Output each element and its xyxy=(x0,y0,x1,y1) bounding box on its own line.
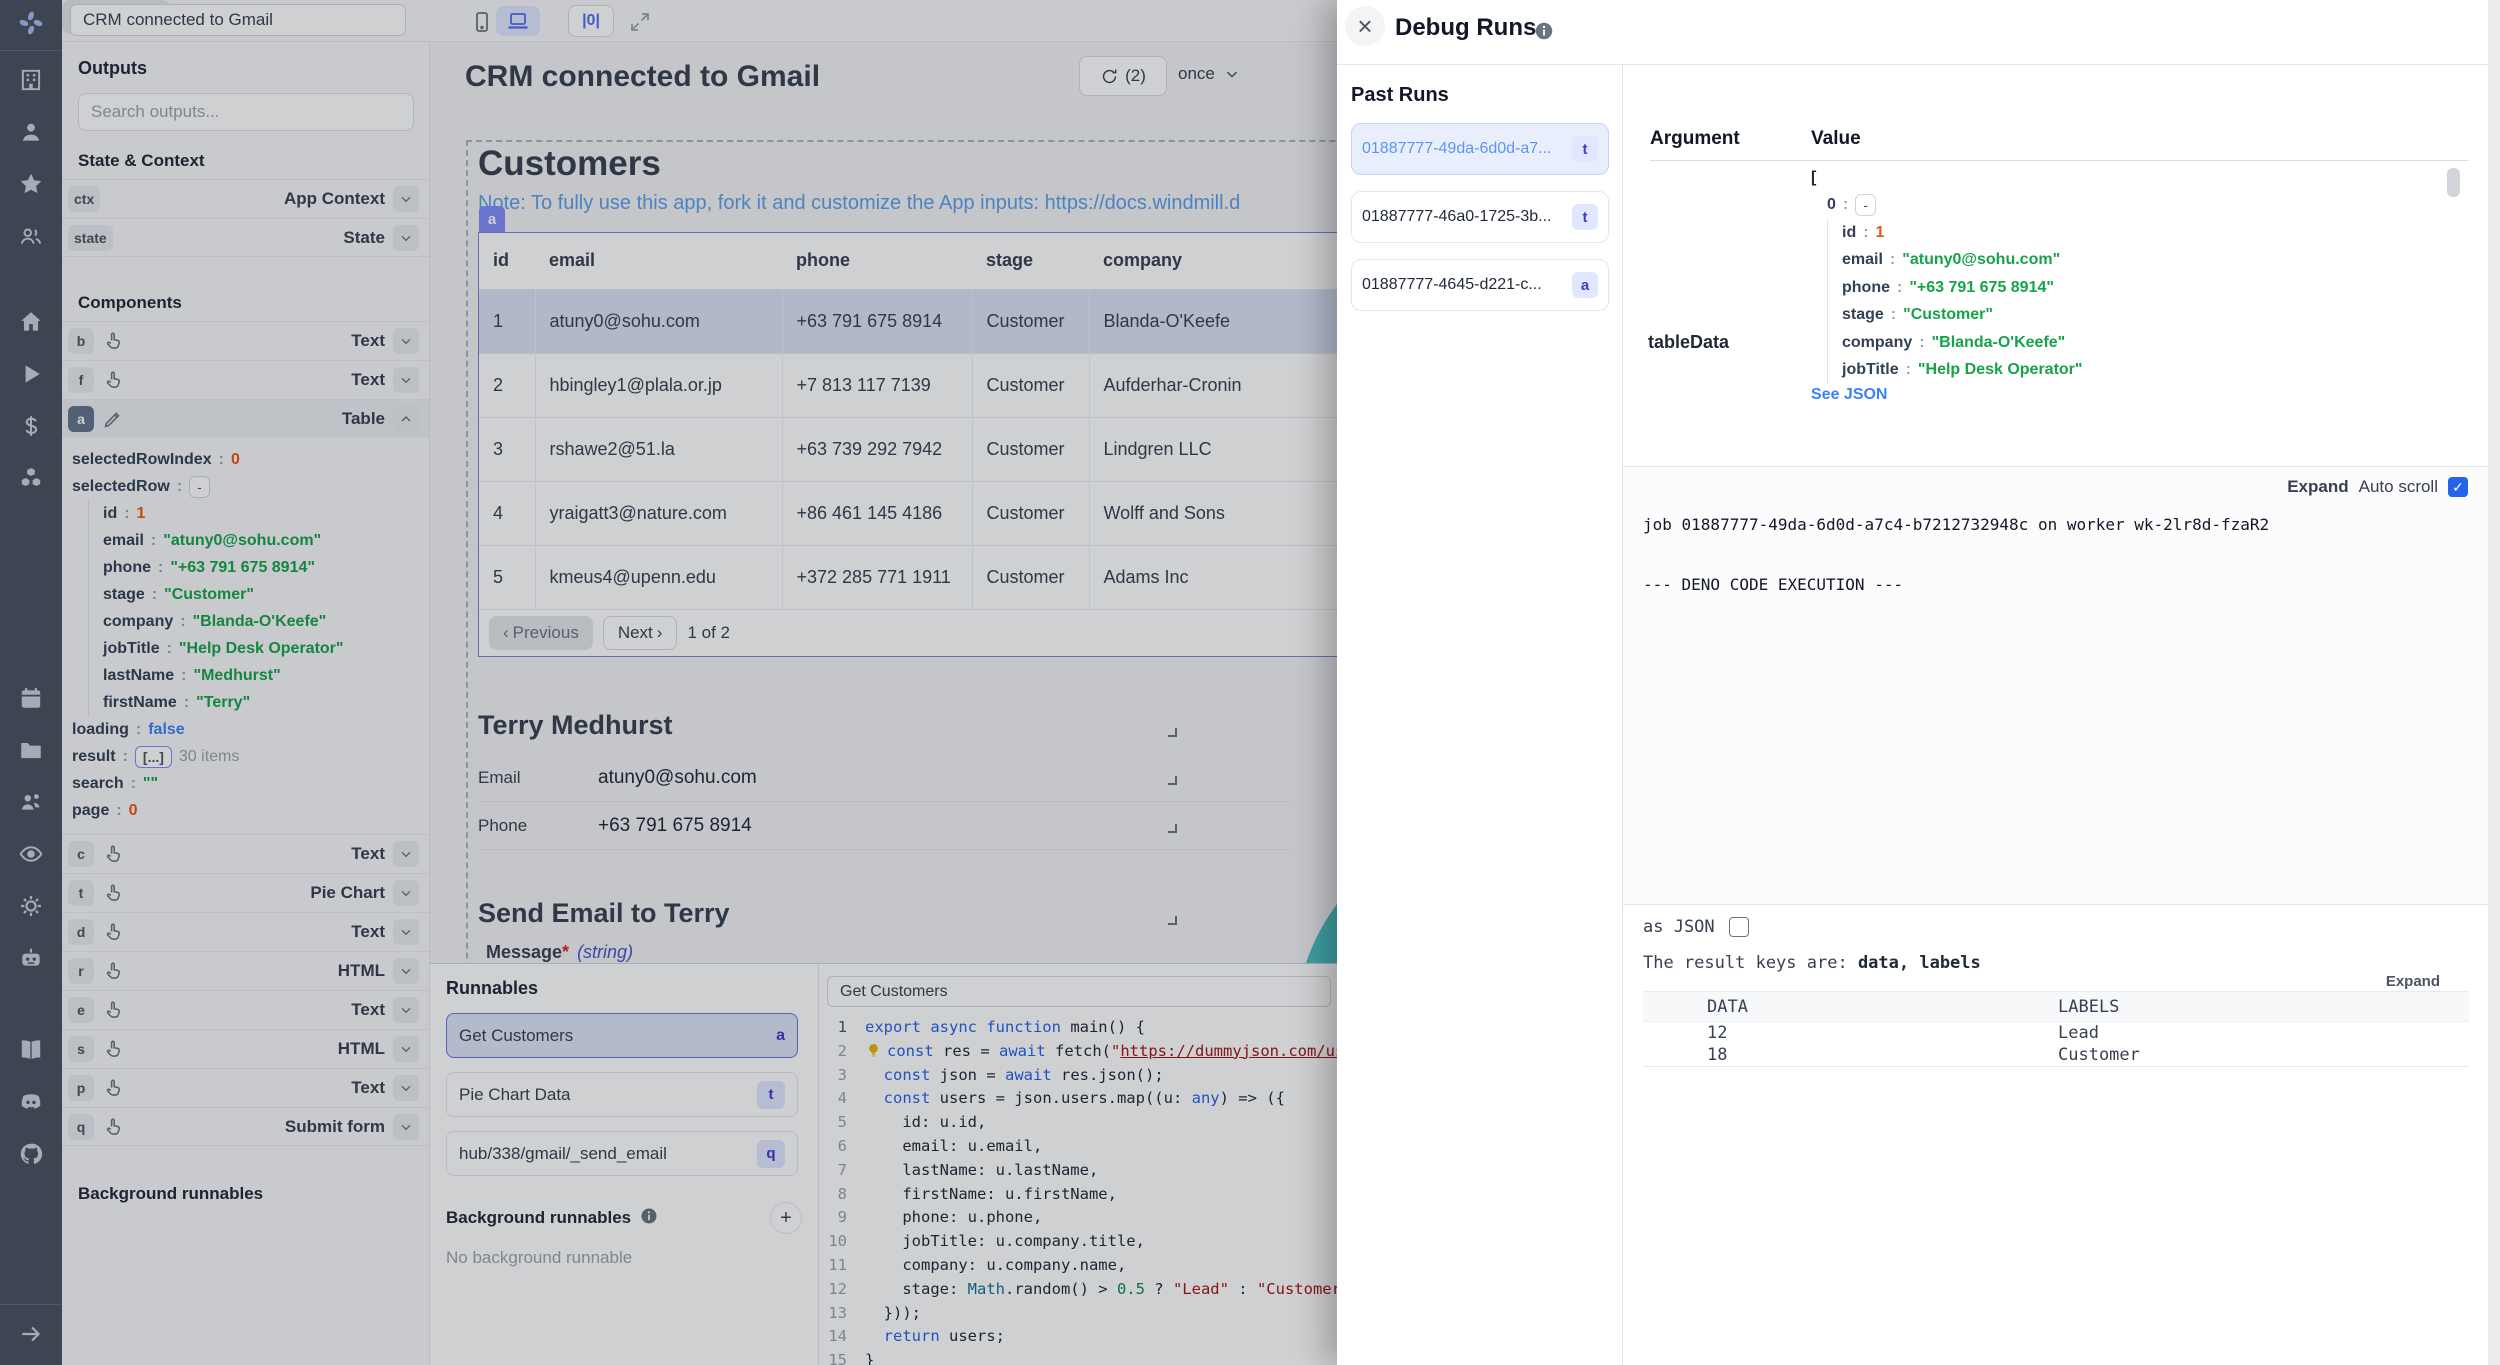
scrollbar-thumb[interactable] xyxy=(2447,168,2460,197)
output-tree-row: [ xyxy=(1811,164,2082,192)
output-tree-row: 0:- xyxy=(1827,192,2082,220)
output-tree-row: id:1 xyxy=(1827,219,2082,247)
run-id: 01887777-4645-d221-c... xyxy=(1362,276,1542,294)
as-json-label: as JSON xyxy=(1643,917,1715,937)
drawer-backdrop[interactable] xyxy=(0,0,1337,1365)
argument-name: tableData xyxy=(1648,332,1729,353)
value-json-tree: [0:-id:1email:"atuny0@sohu.com"phone:"+6… xyxy=(1811,164,2082,384)
result-row: 18Customer xyxy=(1643,1044,2469,1066)
run-id: 01887777-46a0-1725-3b... xyxy=(1362,208,1552,226)
collapse-chip[interactable]: - xyxy=(1855,194,1876,216)
run-detail-column: Argument Value tableData [0:-id:1email:"… xyxy=(1623,64,2500,1365)
autoscroll-checkbox[interactable]: ✓ xyxy=(2448,477,2468,497)
result-column-header: LABELS xyxy=(2058,997,2119,1017)
value-header: Value xyxy=(1811,128,1861,150)
debug-runs-drawer: × Debug Runs Past Runs 01887777-49da-6d0… xyxy=(1337,0,2500,1365)
output-tree-row: email:"atuny0@sohu.com" xyxy=(1827,247,2082,275)
output-tree-row: jobTitle:"Help Desk Operator" xyxy=(1827,357,2082,385)
expand-result-link[interactable]: Expand xyxy=(2386,973,2440,990)
drawer-scrollbar-track[interactable] xyxy=(2488,0,2500,1365)
result-section: as JSON The result keys are: data, label… xyxy=(1623,905,2488,1365)
run-badge: a xyxy=(1572,272,1598,298)
result-table: DATALABELS 12Lead18Customer xyxy=(1643,991,2469,1067)
past-run-item[interactable]: 01887777-4645-d221-c... a xyxy=(1351,259,1609,311)
run-badge: t xyxy=(1572,136,1598,162)
past-run-item[interactable]: 01887777-49da-6d0d-a7... t xyxy=(1351,123,1609,175)
expand-log-link[interactable]: Expand xyxy=(2287,477,2348,497)
past-run-item[interactable]: 01887777-46a0-1725-3b... t xyxy=(1351,191,1609,243)
autoscroll-label: Auto scroll xyxy=(2359,477,2438,497)
close-icon[interactable]: × xyxy=(1345,6,1385,46)
result-column-header: DATA xyxy=(1643,997,2058,1017)
output-tree-row: stage:"Customer" xyxy=(1827,302,2082,330)
run-badge: t xyxy=(1572,204,1598,230)
as-json-checkbox[interactable] xyxy=(1729,917,1749,937)
job-log-section: Expand Auto scroll ✓ job 01887777-49da-6… xyxy=(1623,466,2488,905)
run-id: 01887777-49da-6d0d-a7... xyxy=(1362,140,1552,158)
output-tree-row: company:"Blanda-O'Keefe" xyxy=(1827,329,2082,357)
info-icon xyxy=(1533,20,1555,42)
past-runs-column: Past Runs 01887777-49da-6d0d-a7... t0188… xyxy=(1337,64,1623,1365)
see-json-link[interactable]: See JSON xyxy=(1811,386,1887,404)
job-log-line: job 01887777-49da-6d0d-a7c4-b7212732948c… xyxy=(1643,515,2269,534)
result-row: 12Lead xyxy=(1643,1022,2469,1044)
output-tree-row: phone:"+63 791 675 8914" xyxy=(1827,274,2082,302)
argument-header: Argument xyxy=(1650,128,1740,150)
app-editor-window: |0| Outputs State & Context ctx App Cont… xyxy=(0,0,2500,1365)
result-keys-text: The result keys are: data, labels xyxy=(1643,953,1981,973)
drawer-title: Debug Runs xyxy=(1395,14,1536,42)
job-log-line: --- DENO CODE EXECUTION --- xyxy=(1643,575,1903,594)
past-runs-label: Past Runs xyxy=(1351,84,1608,107)
